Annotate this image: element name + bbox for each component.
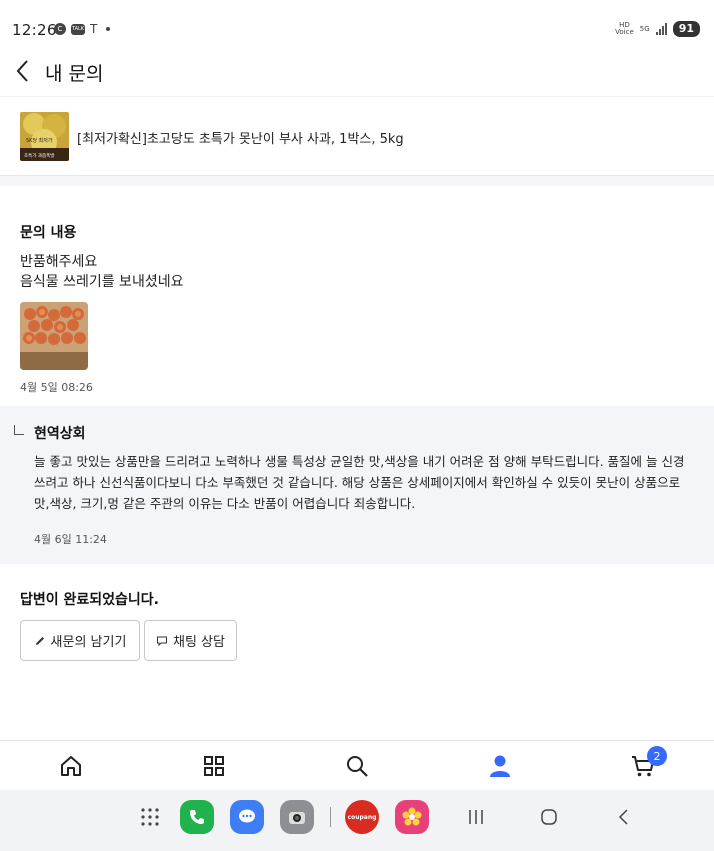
system-dock: coupang xyxy=(0,790,714,851)
inquiry-label: 문의 내용 xyxy=(20,225,77,241)
page-title: 내 문의 xyxy=(45,63,104,85)
5g-icon: 5G xyxy=(639,24,650,33)
tesla-icon: T xyxy=(90,22,98,36)
phone-app-icon[interactable] xyxy=(180,800,214,834)
battery-level: 91 xyxy=(678,22,694,35)
chat-consult-label: 채팅 상담 xyxy=(173,635,225,650)
my-account-icon[interactable] xyxy=(487,753,513,779)
product-thumbnail[interactable]: 5K당 최저가 초특가 과즙폭발 xyxy=(20,112,69,161)
coupang-app-icon[interactable]: coupang xyxy=(345,800,379,834)
home-button-icon[interactable] xyxy=(539,808,559,826)
new-inquiry-label: 새문의 남기기 xyxy=(50,635,127,650)
notification-dot-icon xyxy=(106,27,111,31)
apps-grid-icon[interactable] xyxy=(138,805,162,829)
bottom-nav: 2 xyxy=(0,740,714,790)
seller-name: 현역상회 xyxy=(34,426,86,442)
product-card[interactable]: 5K당 최저가 초특가 과즙폭발 [최저가확신]초고당도 초특가 못난이 부사 … xyxy=(0,96,714,176)
flower-glyph-icon xyxy=(402,807,422,826)
inquiry-text-line1: 반품해주세요 xyxy=(20,254,98,270)
search-icon[interactable] xyxy=(344,753,370,779)
category-icon[interactable] xyxy=(201,753,227,779)
back-nav-icon[interactable] xyxy=(614,808,634,826)
cart-count-badge: 2 xyxy=(647,746,667,766)
chat-bubble-icon xyxy=(157,636,167,646)
inquiry-date: 4월 5일 08:26 xyxy=(20,381,93,394)
status-left-icons: C TALK T xyxy=(54,22,111,36)
dock-apps: coupang xyxy=(138,800,445,834)
thumb-caption: 5K당 최저가 xyxy=(26,137,53,144)
pencil-icon xyxy=(35,636,44,645)
new-inquiry-button[interactable]: 새문의 남기기 xyxy=(20,620,140,661)
thumb-caption-2: 초특가 과즙폭발 xyxy=(24,152,54,159)
chat-consult-button[interactable]: 채팅 상담 xyxy=(144,620,237,661)
coupang-label: coupang xyxy=(347,813,377,821)
signal-icon xyxy=(655,23,667,35)
answer-section: 현역상회 늘 좋고 맛있는 상품만을 드리려고 노력하나 생물 특성상 균일한 … xyxy=(0,406,714,564)
answer-body: 늘 좋고 맛있는 상품만을 드리려고 노력하나 생물 특성상 균일한 맛,색상을… xyxy=(34,454,685,511)
phone-glyph-icon xyxy=(190,810,204,824)
dock-divider xyxy=(330,807,331,827)
status-time: 12:26 xyxy=(12,21,57,39)
talk-icon: TALK xyxy=(71,23,85,35)
hd-voice-icon: HD Voice xyxy=(615,21,634,36)
flower-app-icon[interactable] xyxy=(395,800,429,834)
back-icon[interactable] xyxy=(14,58,34,84)
message-glyph-icon xyxy=(239,809,255,823)
messages-app-icon[interactable] xyxy=(230,800,264,834)
completion-section: 답변이 완료되었습니다. 새문의 남기기 채팅 상담 xyxy=(0,564,714,740)
recents-icon[interactable] xyxy=(466,808,486,826)
app-header: 내 문의 xyxy=(0,48,714,94)
answer-date: 4월 6일 11:24 xyxy=(34,533,107,546)
status-right-icons: HD Voice 5G 91 xyxy=(615,21,700,37)
camera-glyph-icon xyxy=(289,812,305,824)
battery-indicator: 91 xyxy=(672,21,700,37)
reply-arrow-icon xyxy=(14,425,24,435)
completion-text: 답변이 완료되었습니다. xyxy=(20,592,159,608)
home-icon[interactable] xyxy=(58,753,84,779)
inquiry-text-line2: 음식물 쓰레기를 보내셨네요 xyxy=(20,274,184,290)
inquiry-section: 문의 내용 반품해주세요 음식물 쓰레기를 보내셨네요 4월 5일 08:26 xyxy=(0,176,714,406)
c-icon: C xyxy=(54,23,66,35)
product-name[interactable]: [최저가확신]초고당도 초특가 못난이 부사 사과, 1박스, 5kg xyxy=(77,128,404,147)
inquiry-photo[interactable] xyxy=(20,302,88,370)
camera-app-icon[interactable] xyxy=(280,800,314,834)
